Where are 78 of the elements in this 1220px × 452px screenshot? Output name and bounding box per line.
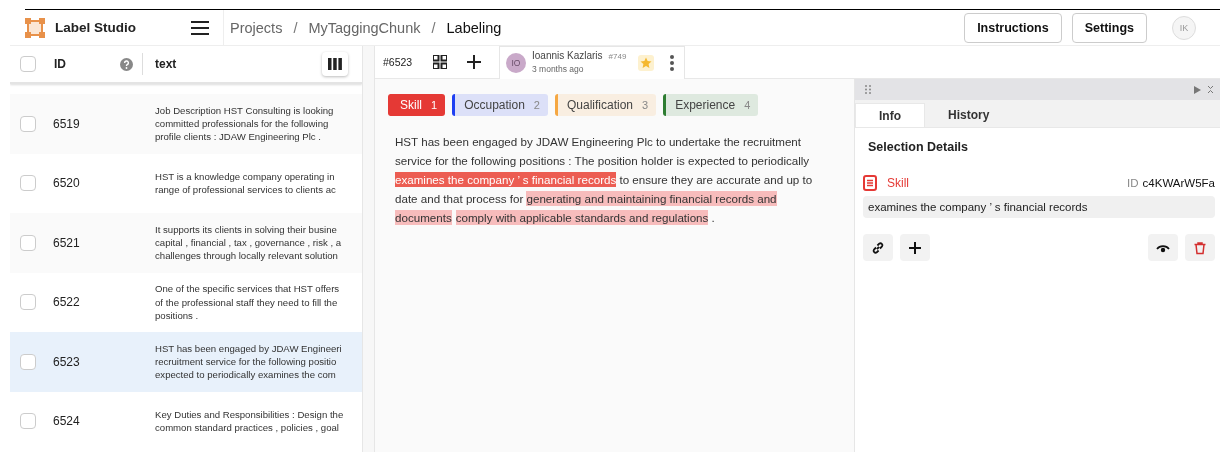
instructions-button[interactable]: Instructions: [964, 12, 1062, 43]
breadcrumb-link[interactable]: Projects: [230, 19, 283, 36]
task-text: HST has been engaged by JDAW Engineeri recruitment service for the following positio expected to periodically examines the com: [155, 341, 342, 382]
task-id: 6520: [53, 176, 81, 191]
task-id: 6521: [53, 235, 81, 250]
highlighted-span[interactable]: comply with applicable standards and regulations: [455, 210, 709, 225]
plus-icon[interactable]: [467, 55, 481, 69]
document-text: .: [710, 211, 715, 224]
region-label: Skill: [887, 176, 909, 190]
task-id: 6524: [53, 414, 81, 429]
task-id: #6523: [383, 56, 414, 68]
table-row[interactable]: 6519 Job Description HST Consulting is looking committed professionals for the following profile clients : JDAW Engineering Plc .: [10, 94, 362, 154]
label-button[interactable]: Experience 4: [663, 94, 759, 116]
row-checkbox[interactable]: [20, 115, 36, 132]
label-button[interactable]: Qualification 3: [554, 94, 657, 116]
task-text: Key Duties and Responsibilities : Design the common standard practices , policies , goal: [155, 407, 344, 435]
task-text: It supports its clients in solving their busine capital , financial , tax , governance , risk , a challenges through locally relevant solution: [155, 222, 342, 263]
menu-icon[interactable]: [191, 19, 209, 36]
app-name: Label Studio: [55, 20, 136, 35]
annotation-time: 3 months ago: [532, 63, 585, 75]
grid-icon[interactable]: [433, 55, 447, 69]
row-checkbox[interactable]: [20, 234, 36, 251]
breadcrumb-separator: /: [293, 19, 298, 36]
annotator-avatar: IO: [506, 52, 526, 73]
drag-handle-icon[interactable]: [865, 85, 871, 94]
column-header[interactable]: text: [155, 57, 322, 71]
document-text: to ensure they are accurate and up to: [618, 173, 813, 186]
text-region-icon[interactable]: [863, 175, 877, 191]
task-id: 6522: [53, 295, 81, 310]
panel-tab[interactable]: History: [925, 103, 1013, 127]
task-id: 6523: [53, 354, 81, 369]
task-text: Job Description HST Consulting is looking committed professionals for the following profile clients : JDAW Engineering Plc .: [155, 103, 334, 144]
star-button[interactable]: [638, 54, 655, 71]
panel-tab[interactable]: Info: [855, 103, 925, 127]
highlighted-span[interactable]: generating and maintaining financial records and: [526, 191, 777, 206]
annotation-tab[interactable]: IO Ioannis Kazlaris #749 3 months ago: [499, 45, 686, 79]
star-icon: [640, 56, 653, 69]
play-icon[interactable]: [1194, 85, 1201, 94]
column-header[interactable]: ID: [54, 57, 120, 71]
select-all-checkbox[interactable]: [20, 56, 36, 72]
region-id: c4KWArW5Fa: [1142, 177, 1215, 189]
section-heading: Selection Details: [868, 140, 970, 154]
document-text: HST has been engaged by JDAW Engineering Plc to undertake the recruitment: [395, 135, 801, 148]
collapse-icon[interactable]: [1207, 85, 1214, 94]
visibility-button[interactable]: [1148, 234, 1178, 261]
breadcrumb-link[interactable]: Labeling: [446, 19, 502, 36]
more-icon[interactable]: [670, 54, 675, 71]
row-checkbox[interactable]: [20, 413, 36, 430]
task-id: 6519: [53, 116, 81, 131]
annotator-name: Ioannis Kazlaris: [532, 50, 603, 62]
row-checkbox[interactable]: [20, 353, 36, 370]
task-text: HST is a knowledge company operating in range of professional services to clients ac: [155, 169, 336, 197]
add-button[interactable]: [900, 234, 930, 261]
plus-icon: [908, 240, 922, 255]
link-button[interactable]: [863, 234, 893, 261]
task-text: One of the specific services that HST offers of the professional staff they need to fill the positions .: [155, 282, 340, 323]
document-text: date and that process for: [395, 192, 525, 205]
table-row[interactable]: 6523 HST has been engaged by JDAW Engineeri recruitment service for the following positio expected to periodically examines the com: [10, 332, 362, 392]
columns-icon: [328, 58, 342, 70]
logo-icon: [24, 16, 46, 39]
row-checkbox[interactable]: [20, 294, 36, 311]
delete-button[interactable]: [1185, 234, 1215, 261]
label-button[interactable]: Occupation 2: [452, 94, 548, 116]
region-id-label: ID: [1127, 177, 1139, 189]
settings-button[interactable]: Settings: [1071, 12, 1147, 43]
label-button[interactable]: Skill 1: [388, 94, 446, 116]
trash-icon: [1193, 240, 1207, 255]
table-row[interactable]: 6521 It supports its clients in solving their busine capital , financial , tax , governance , risk , a challenges through locally relevant solution: [10, 213, 362, 273]
help-icon[interactable]: [120, 57, 133, 71]
breadcrumb-link[interactable]: MyTaggingChunk: [308, 19, 421, 36]
breadcrumb-separator: /: [431, 19, 436, 36]
document-text: service for the following positions : The position holder is expected to periodically: [395, 154, 810, 167]
region-text: examines the company ’ s financial records: [863, 196, 1215, 218]
highlighted-span[interactable]: documents: [395, 210, 452, 225]
columns-button[interactable]: [322, 52, 348, 76]
link-icon: [871, 240, 885, 255]
row-checkbox[interactable]: [20, 175, 36, 192]
annotation-number: #749: [608, 51, 627, 63]
